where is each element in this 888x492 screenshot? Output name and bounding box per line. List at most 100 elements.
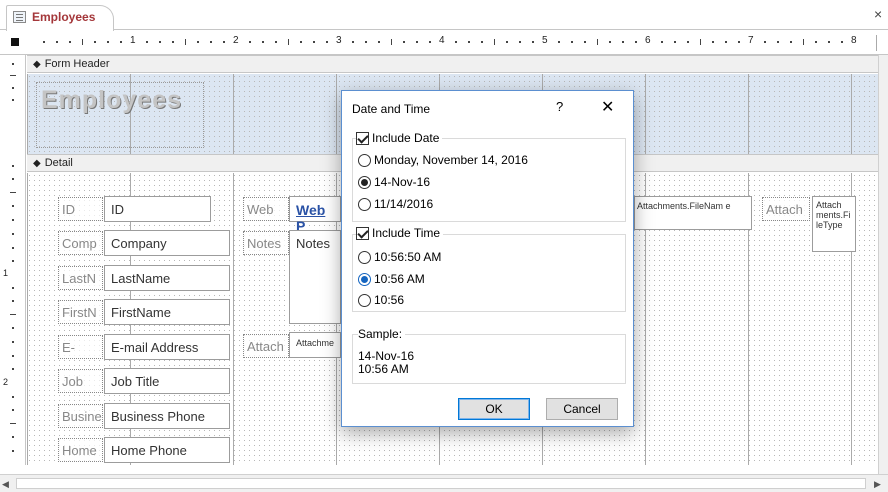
horizontal-ruler: 1 2 3 4 5 6 7 8 [0,31,888,55]
radio-icon [358,153,371,167]
include-time-checkbox[interactable]: Include Time [356,226,444,240]
attachments-filename-control[interactable]: Attachments.FileNam e [634,196,752,230]
ruler-tick [557,41,560,43]
dialog-close-button[interactable]: ✕ [601,97,614,117]
form-header-section-bar[interactable]: ◆ Form Header [27,55,888,73]
scroll-left-icon[interactable]: ◀ [2,479,9,490]
lastname-label[interactable]: LastN [58,266,103,290]
ruler-tick [12,355,14,357]
id-label[interactable]: ID [58,197,103,221]
form-title-label[interactable]: Employees [36,82,204,148]
ruler-tick [789,41,792,43]
ruler-number: 3 [336,35,342,46]
scroll-thumb[interactable] [16,478,866,489]
ruler-tick [454,41,457,43]
time-format-medium-radio[interactable]: 10:56 AM [358,272,425,286]
ruler-tick [197,41,200,43]
sample-date: 14-Nov-16 [358,349,415,363]
time-format-long-radio[interactable]: 10:56:50 AM [358,250,441,264]
ruler-tick [841,41,844,43]
business-phone-label[interactable]: Busine [58,404,103,428]
ruler-tick [274,41,277,43]
company-textbox[interactable]: Company [104,230,230,256]
ruler-tick [94,41,97,43]
ruler-scale: 1 2 3 4 5 6 7 8 [30,31,878,55]
id-textbox[interactable]: ID [104,196,211,222]
jobtitle-textbox[interactable]: Job Title [104,368,230,394]
ruler-tick [12,205,14,207]
help-button[interactable]: ? [556,99,563,114]
business-phone-textbox[interactable]: Business Phone [104,403,230,429]
ruler-tick [223,41,226,43]
close-document-button[interactable]: × [874,6,882,22]
date-format-short-radio[interactable]: 11/14/2016 [358,197,433,211]
ruler-tick [12,233,14,235]
detail-label: Detail [44,157,73,169]
company-label[interactable]: Comp [58,231,103,255]
ruler-tick [248,41,251,43]
firstname-label[interactable]: FirstN [58,300,103,324]
attachments-label[interactable]: Attach [243,334,289,358]
ruler-tick [622,41,625,43]
sample-time: 10:56 AM [358,362,409,376]
home-phone-textbox[interactable]: Home Phone [104,437,230,463]
email-textbox[interactable]: E-mail Address [104,334,230,360]
radio-label: 10:56 AM [374,272,425,286]
ruler-tick [660,41,663,43]
ruler-tick [261,41,264,43]
ruler-tick [171,41,174,43]
ruler-tick [377,41,380,43]
scroll-right-icon[interactable]: ▶ [874,479,881,490]
jobtitle-label[interactable]: Job [58,369,103,393]
attach-label-right[interactable]: Attach [762,197,810,221]
attachments-control[interactable]: Attachme [289,332,341,358]
ruler-tick [42,41,45,43]
time-format-short-radio[interactable]: 10:56 [358,293,404,307]
ruler-number: 1 [3,268,9,278]
date-format-long-radio[interactable]: Monday, November 14, 2016 [358,153,528,167]
ruler-tick [725,41,728,43]
form-header-label: Form Header [44,58,110,70]
email-label[interactable]: E- [58,335,103,359]
ruler-tick [12,178,14,180]
ruler-tick [10,192,16,193]
include-date-checkbox[interactable]: Include Date [356,131,443,145]
ruler-tick [12,368,14,370]
ruler-tick [532,41,535,43]
ruler-number: 5 [542,35,548,46]
form-selector-button[interactable] [11,38,19,46]
ruler-tick [429,41,432,43]
vertical-scrollbar[interactable] [878,55,888,474]
ok-button[interactable]: OK [458,398,530,420]
ruler-tick [596,39,598,45]
notes-textbox[interactable]: Notes [289,230,341,324]
radio-selected-icon [358,175,371,189]
dialog-title: Date and Time [352,102,431,116]
firstname-textbox[interactable]: FirstName [104,299,230,325]
lastname-textbox[interactable]: LastName [104,265,230,291]
home-phone-label[interactable]: Home [58,438,103,462]
cancel-button[interactable]: Cancel [546,398,618,420]
tab-employees[interactable]: Employees [6,5,114,31]
ruler-tick [815,41,818,43]
ruler-tick [712,41,715,43]
ruler-tick [300,41,303,43]
ruler-tick [364,41,367,43]
date-format-medium-radio[interactable]: 14-Nov-16 [358,175,430,189]
section-arrow-icon: ◆ [33,158,41,169]
web-label[interactable]: Web [243,197,289,221]
radio-label: 10:56:50 AM [374,250,442,264]
form-icon [13,11,26,23]
ruler-tick [12,396,14,398]
ruler-tick [12,341,14,343]
web-page-hyperlink[interactable]: Web P [289,196,341,234]
horizontal-scrollbar[interactable]: ◀ ▶ [0,474,888,492]
attachments-filetype-control[interactable]: Attach ments.Fi leType [812,196,856,252]
ruler-tick [493,39,495,45]
notes-label[interactable]: Notes [243,231,289,255]
ruler-tick [81,39,83,45]
ruler-tick [570,41,573,43]
ruler-tick [12,99,14,101]
ruler-number: 4 [439,35,445,46]
ruler-tick [519,41,522,43]
